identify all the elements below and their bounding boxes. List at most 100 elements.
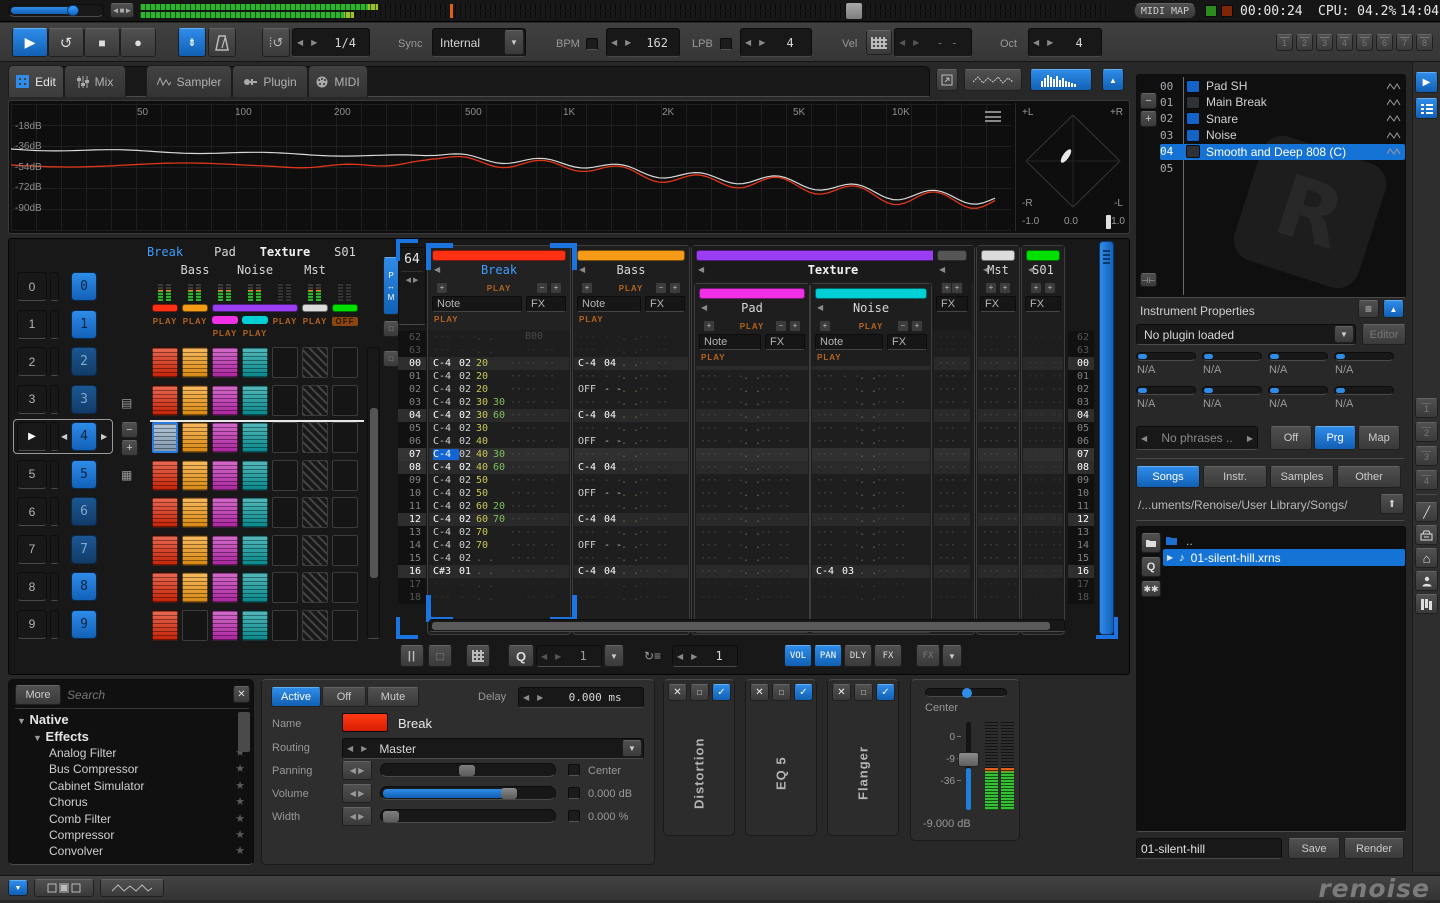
instrument-row[interactable]: 02 Snare [1160, 111, 1405, 127]
pattern-row[interactable]: ··· ··· [934, 331, 970, 344]
sequencer-slot-button[interactable]: 8 [17, 572, 47, 601]
matrix-cell[interactable] [272, 422, 298, 453]
disk-tab-other[interactable]: Other [1337, 466, 1401, 488]
matrix-cell[interactable] [332, 535, 358, 566]
pattern-number-button[interactable]: 8 [71, 572, 97, 601]
left-icon[interactable]: ◀ [519, 693, 533, 702]
pattern-row[interactable]: C-40230···· ·· [429, 422, 569, 435]
pattern-row[interactable]: ··· ··· [978, 526, 1018, 539]
pattern-row[interactable]: ··· ·- -. .·· ·· [812, 474, 930, 487]
matrix-cell[interactable] [182, 572, 208, 603]
expand-arrow-icon[interactable]: ▶ [1167, 553, 1173, 562]
matrix-cell[interactable] [242, 535, 268, 566]
track-color-bar[interactable] [815, 288, 927, 299]
pattern-number-button[interactable]: 6 [71, 497, 97, 526]
pattern-row[interactable]: ··· ··· [934, 344, 970, 357]
parent-folder-row[interactable]: .. [1165, 533, 1403, 548]
pattern-row[interactable]: ··· ··· [978, 435, 1018, 448]
matrix-track-name[interactable]: Bass [168, 263, 222, 277]
pattern-row[interactable]: ··· ··· [978, 448, 1018, 461]
speaker-mute-button[interactable]: ◄■► [110, 3, 134, 18]
pattern-follow-button[interactable]: ⇟ [178, 28, 206, 57]
track-header[interactable]: ◀◀Texture [692, 246, 974, 282]
pattern-row[interactable]: ··· ··· [934, 513, 970, 526]
matrix-cell[interactable] [212, 610, 238, 641]
subtrack-play-state[interactable]: PLAY [212, 329, 238, 338]
waveform-scope-toggle[interactable] [964, 69, 1022, 91]
track-play-state[interactable]: PLAY [272, 317, 298, 326]
macro-slider[interactable] [1334, 352, 1394, 361]
plugin-select[interactable]: No plugin loaded▼ [1136, 324, 1356, 345]
pattern-row[interactable]: ··· ·- -. .·· ·· [696, 578, 808, 591]
matrix-cell[interactable] [302, 347, 328, 378]
pattern-row[interactable]: ··· ·- -. .·· ·· [574, 370, 688, 383]
pattern-row[interactable]: C-404. .·· ·· [574, 513, 688, 526]
pattern-row[interactable]: ··· ··· [978, 383, 1018, 396]
disk-tab-songs[interactable]: Songs [1136, 466, 1200, 488]
matrix-cell[interactable] [212, 422, 238, 453]
pattern-number-button[interactable]: 9 [71, 610, 97, 639]
fx-column-header[interactable]: FX [526, 296, 566, 312]
pattern-row[interactable]: ··· ·- -. .·· ·· [696, 591, 808, 604]
file-search-button[interactable]: Q [1141, 557, 1161, 577]
chevron-down-icon[interactable]: ▼ [17, 716, 26, 726]
note-column-header[interactable]: Note [699, 334, 761, 350]
chevron-down-icon[interactable]: ▼ [1334, 326, 1354, 343]
pattern-row[interactable]: ··· ·- -. .·· ·· [574, 474, 688, 487]
edit-step-stepper[interactable]: ◀▶1 [672, 645, 738, 667]
pattern-row[interactable]: OFF- -. .·· ·· [574, 539, 688, 552]
matrix-cell[interactable] [302, 422, 328, 453]
pattern-row[interactable]: ··· ··· [978, 591, 1018, 604]
pattern-number-button[interactable]: 5 [71, 460, 97, 489]
disk-path[interactable]: /...uments/Renoise/User Library/Songs/ [1138, 498, 1374, 512]
pattern-row[interactable]: ··· ··· [1023, 461, 1063, 474]
add-fx-column-icon[interactable]: + [951, 282, 963, 294]
middle-frame-preset-1[interactable]: 1 [1415, 398, 1438, 418]
post-pan-slider[interactable] [925, 688, 1007, 697]
track-play-state[interactable]: PLAY [152, 317, 178, 326]
matrix-cell[interactable] [242, 497, 268, 528]
pattern-row[interactable]: ··· ··· [934, 435, 970, 448]
matrix-cell[interactable] [272, 460, 298, 491]
right-icon[interactable]: ▶ [755, 38, 769, 47]
macro-slider[interactable] [1136, 386, 1196, 395]
matrix-cell[interactable] [242, 347, 268, 378]
pattern-row[interactable]: ··· ··· [1023, 448, 1063, 461]
volume-knob[interactable] [501, 788, 517, 799]
track-rows[interactable]: ··· ······ ······ ······ ······ ······ ·… [1023, 331, 1063, 604]
left-icon[interactable]: ◀ [895, 38, 909, 47]
effect-list-item[interactable]: Chorus★ [49, 795, 245, 809]
routing-select[interactable]: ◀▶Master▼ [342, 738, 644, 759]
pattern-row[interactable]: ··· ·- -. .·· ·· [696, 474, 808, 487]
fx-column-toggle[interactable]: FX [874, 645, 902, 667]
device-delete-button[interactable]: ✕ [668, 684, 687, 701]
add-column-icon[interactable]: + [1030, 282, 1042, 294]
pattern-row[interactable]: ··· ··· [1023, 591, 1063, 604]
sequence-remove-button[interactable]: − [121, 422, 138, 438]
pattern-row[interactable]: ··· ··· [934, 370, 970, 383]
user-folder-button[interactable] [1415, 571, 1438, 591]
pattern-row[interactable]: ··· ·- -. .·· ·· [812, 383, 930, 396]
delay-stepper[interactable]: ◀▶0.000 ms [518, 687, 644, 708]
instrument-row[interactable]: 00 Pad SH [1160, 78, 1405, 94]
matrix-cell[interactable] [242, 385, 268, 416]
pattern-row[interactable]: C-40220···· ·· [429, 357, 569, 370]
tab-mix[interactable]: Mix [64, 65, 126, 97]
pattern-row[interactable]: ··· ·- -. .·· ·· [574, 448, 688, 461]
pattern-row[interactable]: ··· ··· [978, 578, 1018, 591]
pattern-row[interactable]: ··· ·- -. .·· ·· [812, 539, 930, 552]
quantize-dropdown[interactable]: ▼ [604, 645, 624, 667]
matrix-cell[interactable] [212, 572, 238, 603]
right-icon[interactable]: ▶ [307, 38, 321, 47]
list-view-toggle[interactable] [1415, 98, 1438, 119]
device-enabled-checkbox[interactable]: ✓ [794, 684, 813, 701]
favorite-star-icon[interactable]: ★ [235, 844, 245, 858]
pattern-row[interactable]: ··· ··· [934, 578, 970, 591]
pattern-row[interactable]: ··· ··· [934, 487, 970, 500]
tab-sampler[interactable]: Sampler [146, 65, 232, 97]
pattern-row[interactable]: ··· ·- -. .·· ·· [696, 539, 808, 552]
loop-pattern-button[interactable]: ↺ [48, 28, 84, 57]
pattern-row[interactable]: ··· ·- -. .B00 [429, 331, 569, 344]
oct-stepper[interactable]: ◀▶4 [1028, 28, 1102, 57]
pattern-row[interactable]: ··· ··· [978, 422, 1018, 435]
